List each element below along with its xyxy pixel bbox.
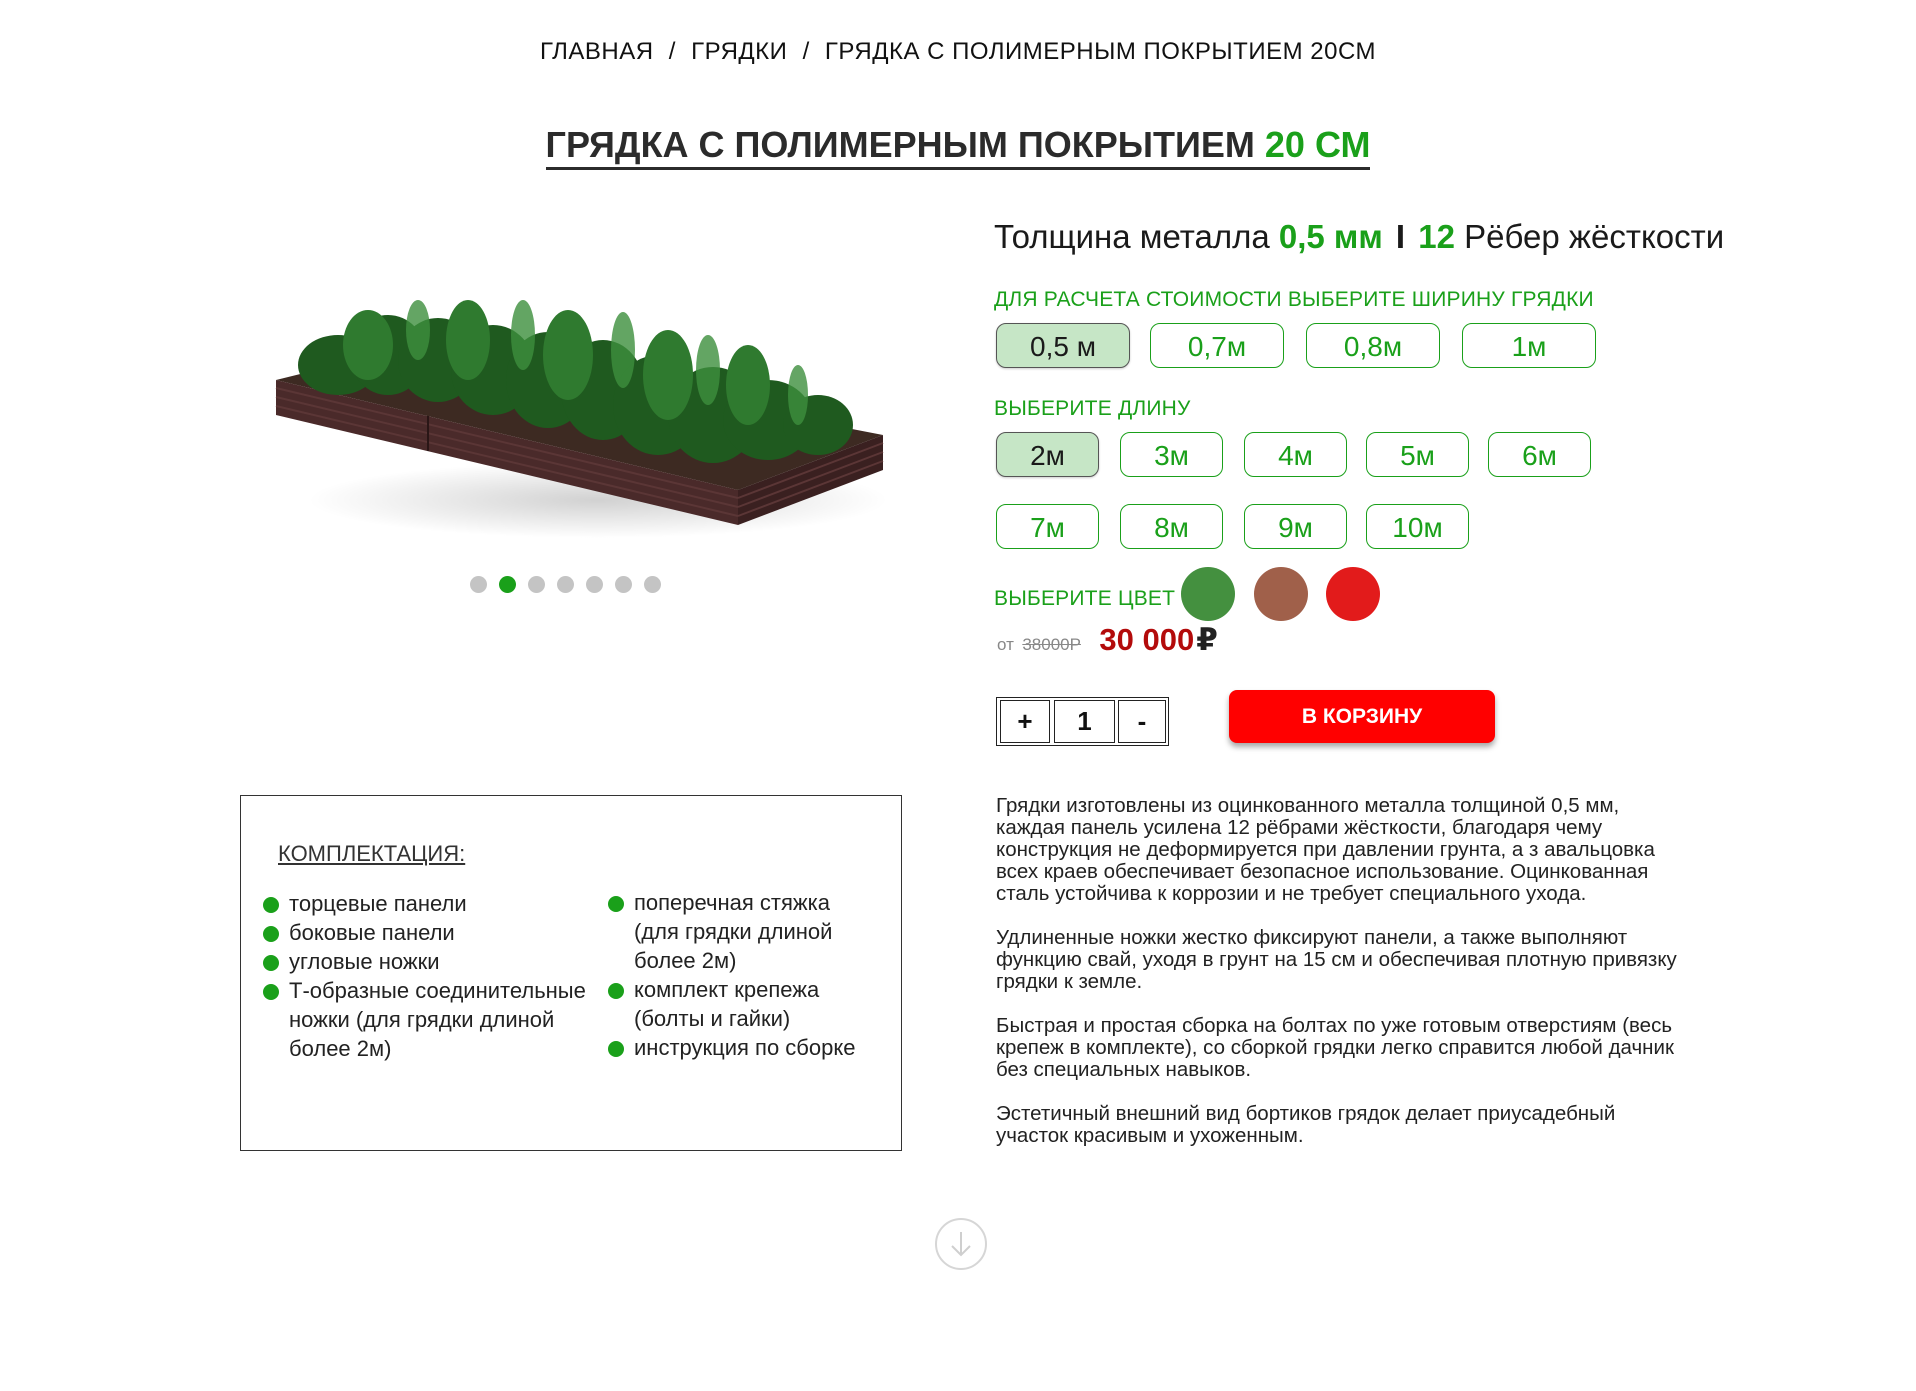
- description-paragraph: Удлиненные ножки жестко фиксируют панели…: [996, 926, 1677, 993]
- spec-headline: Толщина металла 0,5 мм I 12 Рёбер жёстко…: [994, 218, 1724, 256]
- old-price: 38000Р: [1022, 635, 1081, 654]
- kit-list-item: торцевые панели: [263, 889, 593, 918]
- width-option-button[interactable]: 1м: [1462, 323, 1596, 368]
- kit-list-right: поперечная стяжка (для грядки длиной бол…: [608, 888, 878, 1062]
- length-section-label: ВЫБЕРИТЕ ДЛИНУ: [994, 397, 1191, 420]
- breadcrumb-category-link[interactable]: ГРЯДКИ: [691, 38, 787, 65]
- slider-dot[interactable]: [470, 576, 487, 593]
- breadcrumb-separator: /: [668, 38, 676, 65]
- quantity-minus-button[interactable]: -: [1118, 700, 1166, 743]
- slider-dot[interactable]: [615, 576, 632, 593]
- length-option-button[interactable]: 8м: [1120, 504, 1223, 549]
- breadcrumb-current: ГРЯДКА С ПОЛИМЕРНЫМ ПОКРЫТИЕМ 20СМ: [824, 38, 1376, 65]
- length-option-button[interactable]: 9м: [1244, 504, 1347, 549]
- kit-list-item: боковые панели: [263, 918, 593, 947]
- kit-list-left: торцевые панели боковые панели угловые нож…: [263, 889, 593, 1063]
- length-option-button[interactable]: 2м: [996, 432, 1099, 477]
- slider-dot[interactable]: [499, 576, 516, 593]
- page-title-accent: 20 СМ: [1264, 124, 1371, 165]
- currency-symbol: ₽: [1196, 622, 1218, 657]
- slider-dots: [470, 576, 661, 593]
- length-option-button[interactable]: 10м: [1366, 504, 1469, 549]
- slider-dot[interactable]: [557, 576, 574, 593]
- width-option-button[interactable]: 0,5 м: [996, 323, 1130, 368]
- spec-divider: I: [1395, 218, 1406, 255]
- breadcrumb: ГЛАВНАЯ / ГРЯДКИ / ГРЯДКА С ПОЛИМЕРНЫМ П…: [0, 38, 1916, 66]
- color-section-label: ВЫБЕРИТЕ ЦВЕТ: [994, 587, 1176, 610]
- kit-list-item: инструкция по сборке: [608, 1033, 878, 1062]
- slider-dot[interactable]: [528, 576, 545, 593]
- length-option-button[interactable]: 3м: [1120, 432, 1223, 477]
- color-swatch[interactable]: [1326, 567, 1380, 621]
- width-option-button[interactable]: 0,7м: [1150, 323, 1284, 368]
- length-option-button[interactable]: 5м: [1366, 432, 1469, 477]
- description-paragraph: Грядки изготовлены из оцинкованного мета…: [996, 794, 1655, 905]
- kit-list-item: комплект крепежа (болты и гайки): [608, 975, 878, 1033]
- page-title-main: ГРЯДКА С ПОЛИМЕРНЫМ ПОКРЫТИЕМ: [545, 124, 1255, 165]
- width-option-button[interactable]: 0,8м: [1306, 323, 1440, 368]
- length-option-button[interactable]: 4м: [1244, 432, 1347, 477]
- description-paragraph: Эстетичный внешний вид бортиков грядок д…: [996, 1102, 1616, 1147]
- description-paragraph: Быстрая и простая сборка на болтах по уж…: [996, 1014, 1674, 1081]
- kit-title: КОМПЛЕКТАЦИЯ:: [278, 841, 466, 866]
- slider-dot[interactable]: [586, 576, 603, 593]
- price-prefix: от: [997, 635, 1014, 654]
- product-description: Грядки изготовлены из оцинкованного мета…: [996, 795, 1686, 1169]
- add-to-cart-button[interactable]: В КОРЗИНУ: [1229, 690, 1495, 743]
- kit-box: КОМПЛЕКТАЦИЯ: торцевые панели боковые пан…: [240, 795, 902, 1151]
- width-section-label: ДЛЯ РАСЧЕТА СТОИМОСТИ ВЫБЕРИТЕ ШИРИНУ ГР…: [994, 288, 1594, 311]
- page-title: ГРЯДКА С ПОЛИМЕРНЫМ ПОКРЫТИЕМ 20 СМ: [0, 124, 1916, 170]
- scroll-down-button[interactable]: [935, 1218, 987, 1270]
- color-swatch[interactable]: [1254, 567, 1308, 621]
- price-row: от 38000Р 30 000₽: [997, 622, 1218, 658]
- quantity-plus-button[interactable]: +: [1000, 700, 1050, 743]
- length-option-button[interactable]: 6м: [1488, 432, 1591, 477]
- kit-list-item: Т-образные соединительные ножки (для гря…: [263, 976, 593, 1063]
- breadcrumb-home-link[interactable]: ГЛАВНАЯ: [540, 38, 654, 65]
- kit-list-item: поперечная стяжка (для грядки длиной бол…: [608, 888, 878, 975]
- thickness-value: 0,5 мм: [1278, 218, 1383, 255]
- current-price: 30 000: [1099, 622, 1195, 657]
- kit-list-item: угловые ножки: [263, 947, 593, 976]
- quantity-input[interactable]: 1: [1054, 700, 1115, 743]
- ribs-value: 12: [1418, 218, 1455, 255]
- slider-dot[interactable]: [644, 576, 661, 593]
- breadcrumb-separator: /: [802, 38, 810, 65]
- product-image: [275, 300, 888, 538]
- thickness-label: Толщина металла: [994, 218, 1270, 255]
- arrow-down-circle-icon: [951, 1232, 971, 1257]
- color-swatch[interactable]: [1181, 567, 1235, 621]
- ribs-label: Рёбер жёсткости: [1464, 218, 1725, 255]
- length-option-button[interactable]: 7м: [996, 504, 1099, 549]
